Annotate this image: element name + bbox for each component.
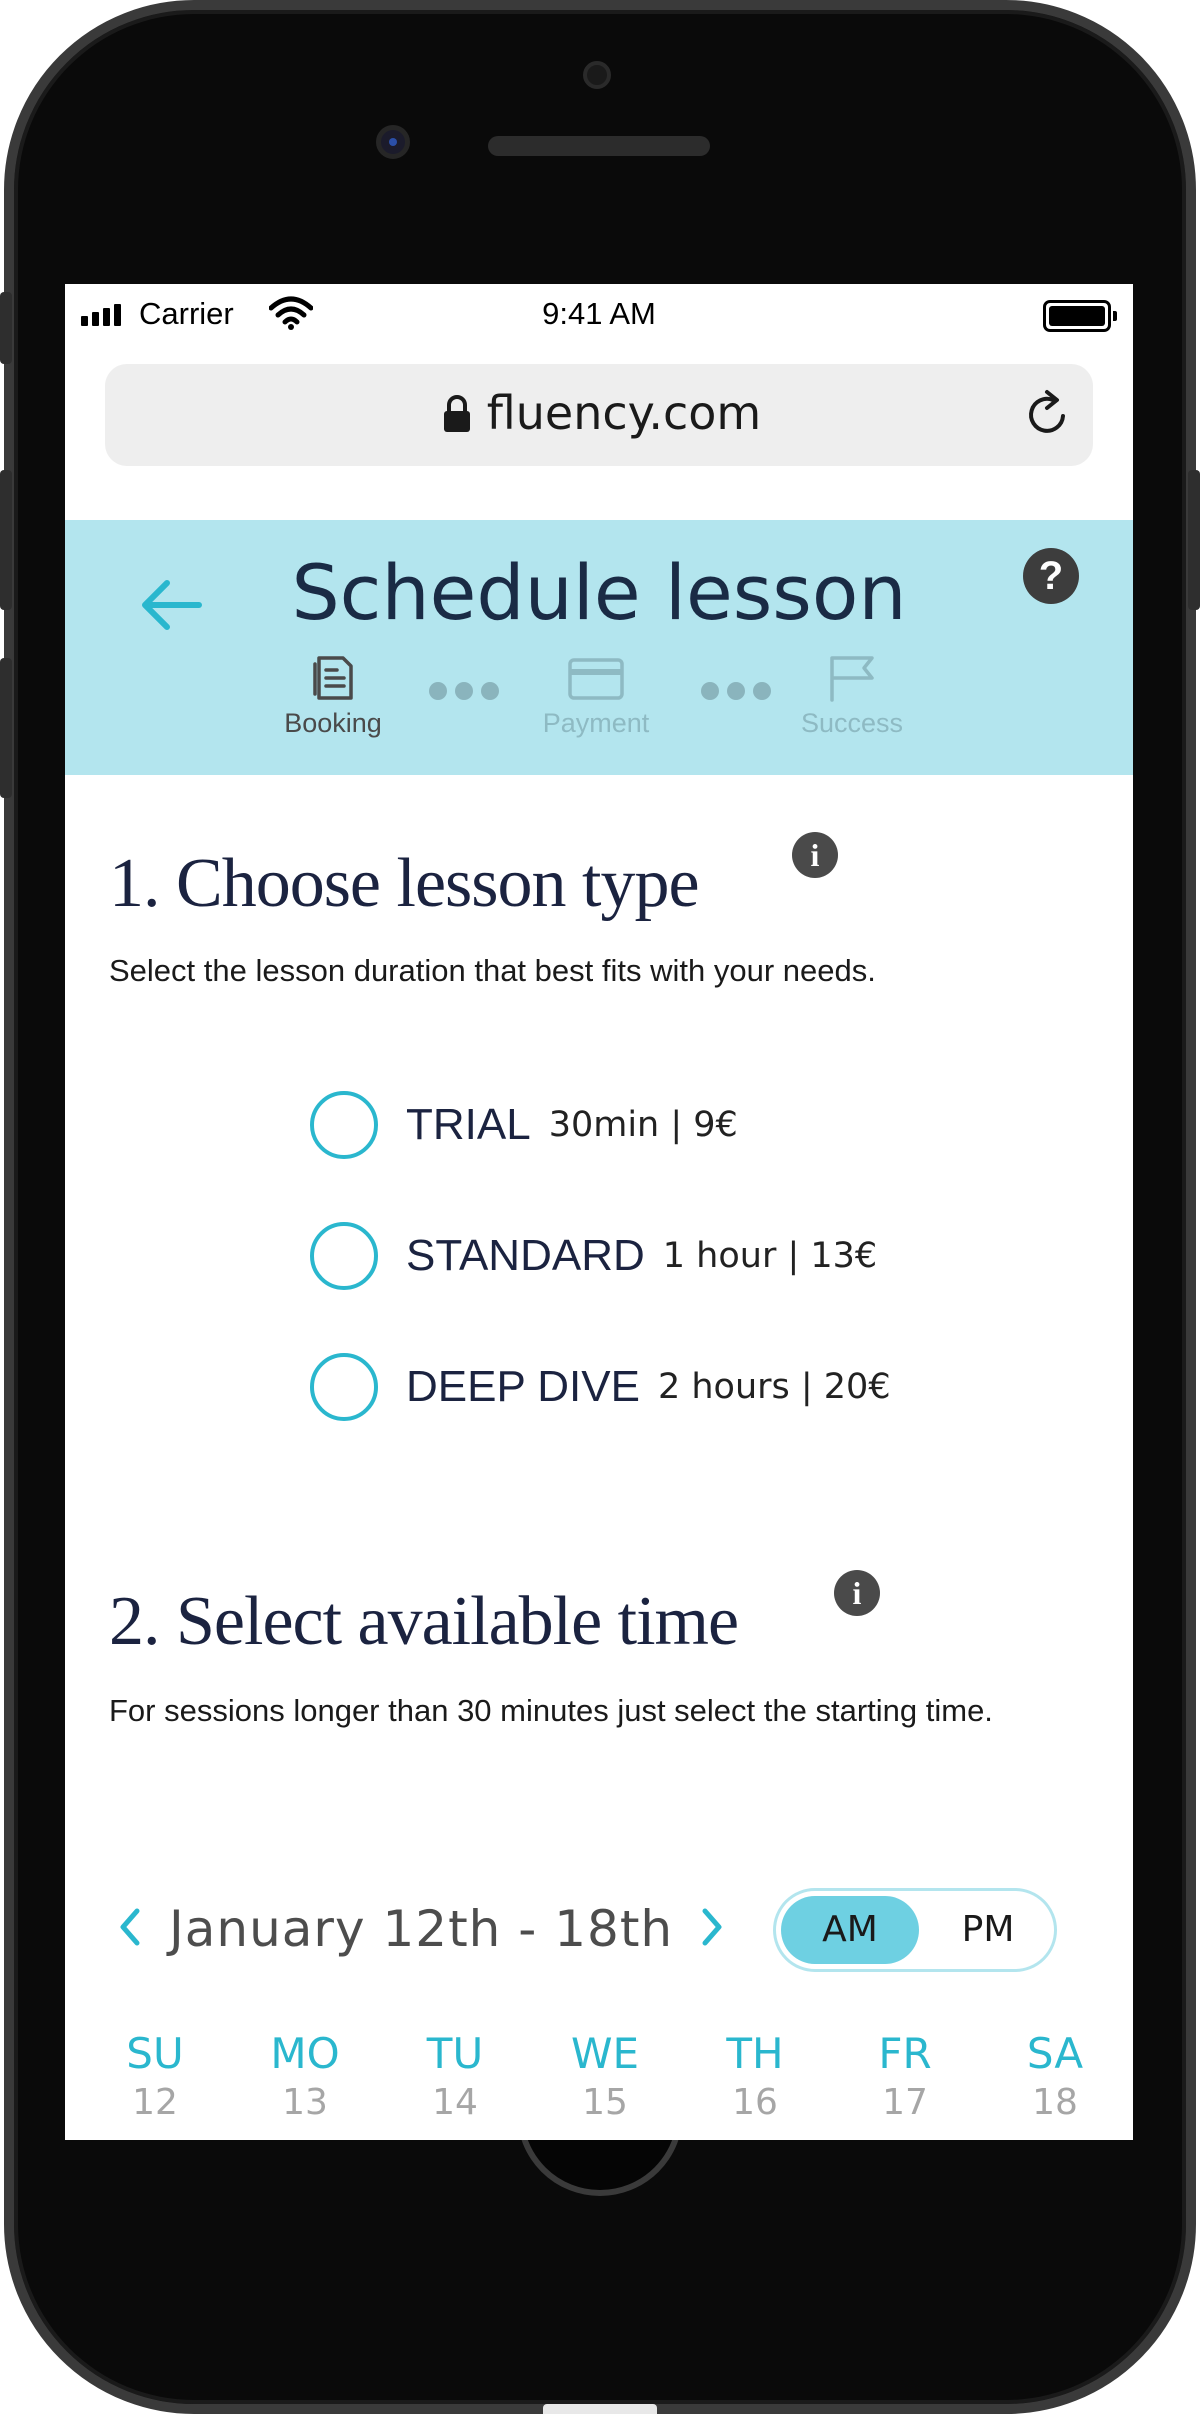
radio-button[interactable]	[310, 1353, 378, 1421]
lesson-option-standard[interactable]: STANDARD 1 hour | 13€	[310, 1221, 877, 1291]
address-bar[interactable]: fluency.com	[105, 364, 1093, 466]
select-time-description: For sessions longer than 30 minutes just…	[109, 1693, 993, 1728]
silent-switch	[0, 292, 12, 364]
power-button	[1188, 470, 1200, 610]
radio-button[interactable]	[310, 1091, 378, 1159]
day-number: 14	[432, 2082, 478, 2123]
reload-icon[interactable]	[1023, 386, 1073, 444]
option-name: DEEP DIVE	[406, 1362, 640, 1411]
day-number: 13	[282, 2082, 328, 2123]
bottom-edge	[543, 2404, 657, 2414]
step-label-booking: Booking	[284, 708, 382, 738]
info-icon[interactable]: i	[834, 1570, 880, 1616]
help-icon[interactable]: ?	[1023, 548, 1079, 604]
step-label-payment: Payment	[542, 708, 650, 738]
step-booking: Booking	[263, 654, 403, 739]
front-camera	[376, 125, 410, 159]
booking-icon	[313, 656, 353, 700]
chevron-right-icon[interactable]	[697, 1905, 727, 1953]
flag-icon	[830, 656, 874, 702]
chevron-left-icon[interactable]	[115, 1905, 145, 1953]
option-detail: 30min | 9€	[548, 1105, 738, 1145]
day-number: 18	[1032, 2082, 1078, 2123]
volume-down-button	[0, 658, 12, 798]
day-column-tu[interactable]: TU 14	[395, 2029, 515, 2123]
lesson-type-description: Select the lesson duration that best fit…	[109, 953, 876, 988]
week-label: January 12th - 18th	[169, 1900, 674, 1958]
am-pm-toggle: AM PM	[773, 1888, 1057, 1972]
day-of-week: FR	[878, 2029, 932, 2078]
option-detail: 2 hours | 20€	[657, 1367, 891, 1407]
status-time: 9:41 AM	[542, 296, 656, 331]
battery-icon	[1043, 300, 1117, 332]
volume-up-button	[0, 470, 12, 610]
day-of-week: TU	[426, 2029, 484, 2078]
day-number: 16	[732, 2082, 778, 2123]
day-column-th[interactable]: TH 16	[695, 2029, 815, 2123]
status-bar: Carrier 9:41 AM	[65, 284, 1133, 342]
day-column-mo[interactable]: MO 13	[245, 2029, 365, 2123]
credit-card-icon	[568, 658, 624, 700]
option-name: TRIAL	[406, 1100, 531, 1149]
step-label-success: Success	[800, 708, 904, 738]
pm-button[interactable]: PM	[926, 1896, 1050, 1964]
step-connector	[701, 682, 771, 700]
lesson-type-title: 1. Choose lesson type	[109, 845, 700, 922]
day-column-we[interactable]: WE 15	[545, 2029, 665, 2123]
url-text: fluency.com	[486, 386, 762, 440]
day-of-week: MO	[270, 2029, 340, 2078]
option-detail: 1 hour | 13€	[662, 1236, 878, 1276]
earpiece-speaker	[488, 136, 710, 156]
proximity-sensor	[583, 61, 611, 89]
page-header: Schedule lesson ? Booking Payment Succes…	[65, 520, 1133, 775]
day-column-fr[interactable]: FR 17	[845, 2029, 965, 2123]
option-name: STANDARD	[406, 1231, 645, 1280]
day-of-week: SA	[1026, 2029, 1084, 2078]
page-title: Schedule lesson	[291, 548, 907, 637]
radio-button[interactable]	[310, 1222, 378, 1290]
lesson-option-trial[interactable]: TRIAL 30min | 9€	[310, 1090, 738, 1160]
day-header-row: SU 12 MO 13 TU 14 WE 15 TH 16 FR 17 SA 1…	[95, 2029, 1115, 2123]
day-of-week: WE	[570, 2029, 640, 2078]
phone-screen: Carrier 9:41 AM fluency.com Schedule les…	[65, 284, 1133, 2140]
day-of-week: TH	[726, 2029, 784, 2078]
day-column-sa[interactable]: SA 18	[995, 2029, 1115, 2123]
day-number: 12	[132, 2082, 178, 2123]
day-column-su[interactable]: SU 12	[95, 2029, 215, 2123]
am-button[interactable]: AM	[781, 1896, 919, 1964]
lesson-option-deep-dive[interactable]: DEEP DIVE 2 hours | 20€	[310, 1352, 891, 1422]
select-time-title: 2. Select available time	[109, 1583, 739, 1660]
step-success: Success	[782, 654, 922, 739]
step-payment: Payment	[526, 654, 666, 739]
step-connector	[429, 682, 499, 700]
week-navigator: January 12th - 18th	[115, 1884, 727, 1974]
day-of-week: SU	[126, 2029, 184, 2078]
info-icon[interactable]: i	[792, 832, 838, 878]
day-number: 17	[882, 2082, 928, 2123]
day-number: 15	[582, 2082, 628, 2123]
